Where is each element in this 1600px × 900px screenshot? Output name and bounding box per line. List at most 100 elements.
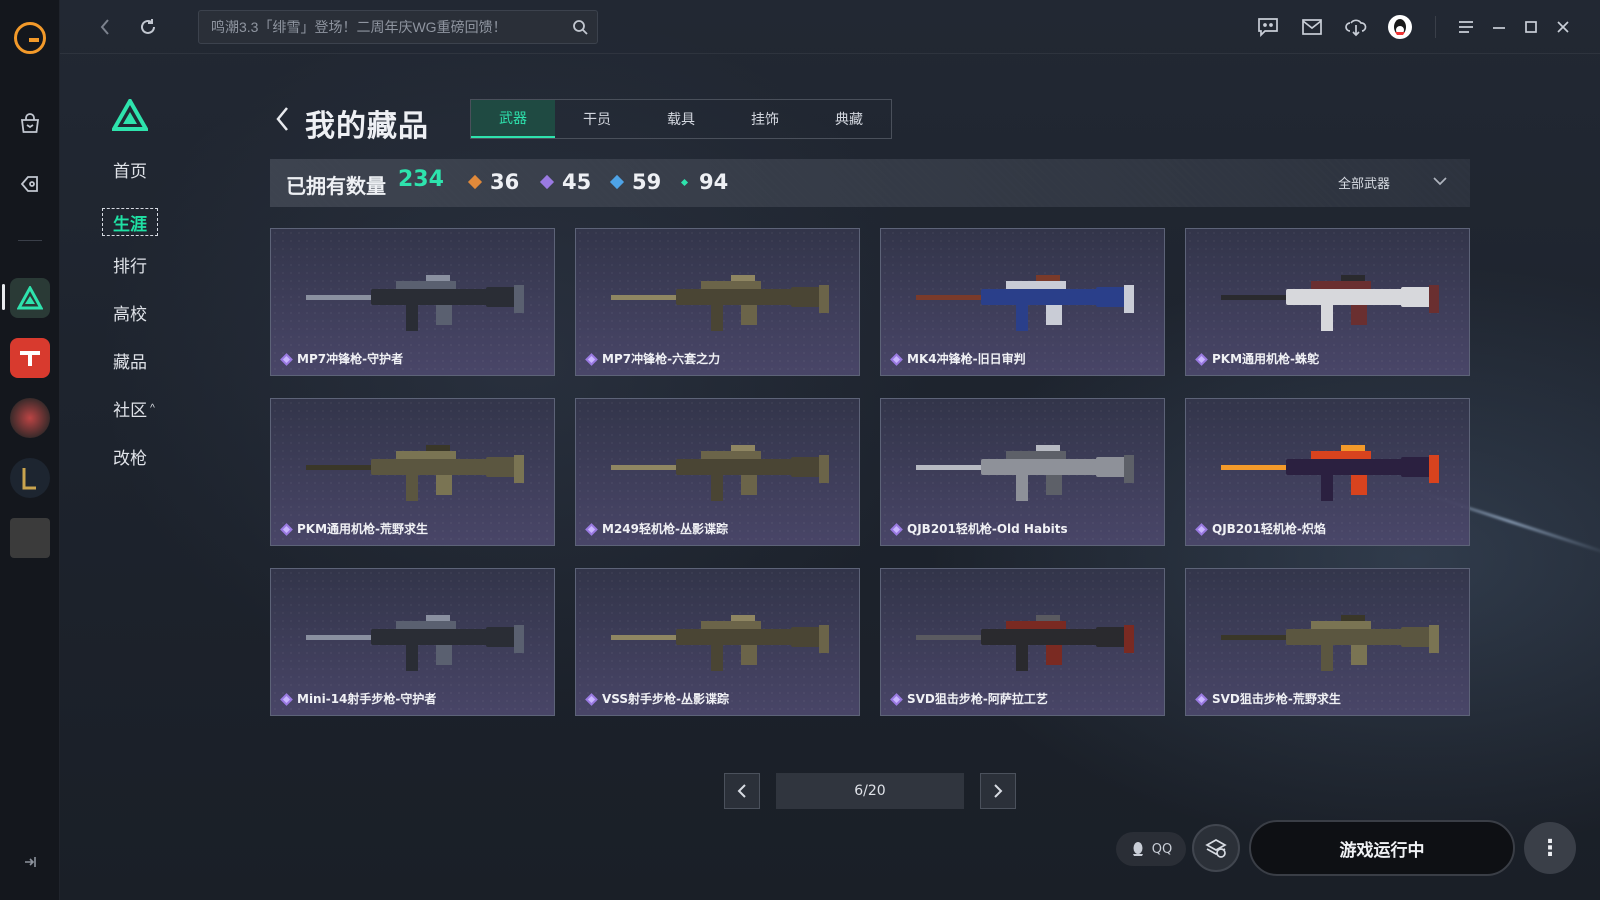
app-rail: [0, 0, 60, 900]
chevron-down-icon: [1432, 175, 1448, 190]
sidebar-item-community[interactable]: 社区 ^: [106, 394, 162, 422]
rarity-orange-count: 36: [467, 170, 520, 194]
rail-game-naraka-icon[interactable]: [10, 518, 50, 558]
weapon-name: PKM通用机枪-蛛鸵: [1212, 352, 1320, 366]
weapon-image: [611, 275, 829, 331]
sidebar-item-ranking[interactable]: 排行: [102, 250, 158, 278]
weapon-card[interactable]: MP7冲锋枪-守护者: [270, 228, 555, 376]
search-box[interactable]: [198, 10, 598, 44]
page-indicator[interactable]: 6/20: [776, 773, 964, 809]
qq-button[interactable]: QQ: [1116, 832, 1186, 866]
weapon-card[interactable]: MK4冲锋枪-旧日审判: [880, 228, 1165, 376]
search-icon[interactable]: [569, 16, 591, 38]
tab-vehicles[interactable]: 载具: [639, 100, 723, 138]
weapon-name: MP7冲锋枪-守护者: [297, 352, 404, 366]
owned-label: 已拥有数量: [286, 174, 386, 198]
weapon-image: [1221, 445, 1439, 501]
delta-force-logo-icon: [110, 96, 150, 131]
weapon-image: [611, 615, 829, 671]
weapon-card[interactable]: M249轻机枪-丛影谍踪: [575, 398, 860, 546]
rail-game-lol-icon[interactable]: [10, 458, 50, 498]
maximize-icon[interactable]: [1516, 12, 1546, 42]
sidebar-item-collection[interactable]: 藏品: [102, 346, 158, 374]
orange-diamond-icon: [467, 174, 483, 190]
rail-divider: [18, 240, 42, 241]
purple-rarity-icon: [280, 693, 293, 706]
green-dot-icon: [680, 178, 689, 186]
game-settings-icon[interactable]: [1192, 824, 1240, 872]
sidebar-item-career[interactable]: 生涯: [102, 208, 158, 236]
qq-penguin-icon: [1132, 842, 1143, 856]
prev-page-button[interactable]: [724, 773, 760, 809]
store-bag-icon[interactable]: [10, 104, 50, 144]
page-title: 我的藏品: [305, 109, 429, 144]
sidebar-item-college[interactable]: 高校: [102, 298, 158, 326]
rail-active-indicator: [2, 284, 5, 310]
rail-game-delta-icon[interactable]: [10, 278, 50, 318]
weapon-name: SVD狙击步枪-阿萨拉工艺: [907, 692, 1048, 706]
weapon-card[interactable]: QJB201轻机枪-炽焰: [1185, 398, 1470, 546]
purple-rarity-icon: [890, 353, 903, 366]
app-logo-icon[interactable]: [14, 22, 46, 54]
tag-icon[interactable]: [10, 164, 50, 204]
stats-bar: 已拥有数量 234 36 45 59 94 全部武器: [270, 159, 1470, 207]
menu-icon[interactable]: [1451, 12, 1481, 42]
weapon-card[interactable]: SVD狙击步枪-阿萨拉工艺: [880, 568, 1165, 716]
purple-rarity-icon: [280, 523, 293, 536]
search-input[interactable]: [199, 11, 559, 43]
weapon-card[interactable]: PKM通用机枪-荒野求生: [270, 398, 555, 546]
rarity-value: 36: [490, 170, 520, 194]
rail-game-cf-icon[interactable]: [10, 398, 50, 438]
sidebar-item-gunsmith[interactable]: 改枪: [102, 442, 158, 470]
weapon-name: SVD狙击步枪-荒野求生: [1212, 692, 1341, 706]
category-tabs: 武器 干员 载具 挂饰 典藏: [470, 99, 892, 139]
top-bar: [60, 0, 1600, 54]
weapon-name: VSS射手步枪-丛影谍踪: [602, 692, 730, 706]
weapon-card[interactable]: Mini-14射手步枪-守护者: [270, 568, 555, 716]
more-options-icon[interactable]: ⋮: [1524, 822, 1576, 874]
purple-rarity-icon: [890, 693, 903, 706]
minimize-icon[interactable]: [1484, 12, 1514, 42]
game-running-button[interactable]: 游戏运行中: [1249, 820, 1515, 876]
weapon-image: [306, 275, 524, 331]
sidebar-item-label: 改枪: [113, 448, 147, 468]
back-nav-icon[interactable]: [90, 12, 120, 42]
weapon-card[interactable]: VSS射手步枪-丛影谍踪: [575, 568, 860, 716]
sidebar-item-home[interactable]: 首页: [102, 155, 158, 183]
tab-operators[interactable]: 干员: [555, 100, 639, 138]
tab-archive[interactable]: 典藏: [807, 100, 891, 138]
weapon-card[interactable]: SVD狙击步枪-荒野求生: [1185, 568, 1470, 716]
sidebar-item-label: 首页: [113, 161, 147, 181]
purple-rarity-icon: [1195, 353, 1208, 366]
download-icon[interactable]: [1341, 12, 1371, 42]
sidebar-item-label: 生涯: [113, 214, 147, 234]
next-page-button[interactable]: [980, 773, 1016, 809]
sidebar-item-label: 高校: [113, 304, 147, 324]
weapon-image: [306, 615, 524, 671]
weapon-name: Mini-14射手步枪-守护者: [297, 692, 437, 706]
purple-rarity-icon: [585, 523, 598, 536]
blue-diamond-icon: [609, 174, 625, 190]
weapon-card[interactable]: PKM通用机枪-蛛鸵: [1185, 228, 1470, 376]
close-icon[interactable]: [1548, 12, 1578, 42]
weapon-card[interactable]: QJB201轻机枪-Old Habits: [880, 398, 1165, 546]
mail-icon[interactable]: [1297, 12, 1327, 42]
chat-icon[interactable]: [1253, 12, 1283, 42]
weapon-image: [916, 445, 1134, 501]
weapon-card[interactable]: MP7冲锋枪-六套之力: [575, 228, 860, 376]
avatar-qq-icon[interactable]: [1385, 12, 1415, 42]
filter-label: 全部武器: [1337, 177, 1390, 192]
refresh-icon[interactable]: [133, 12, 163, 42]
rail-game-tf-icon[interactable]: [10, 338, 50, 378]
page-back-icon[interactable]: [270, 104, 294, 134]
weapon-name: MK4冲锋枪-旧日审判: [907, 352, 1026, 366]
rarity-purple-count: 45: [539, 170, 591, 194]
qq-label: QQ: [1151, 841, 1173, 857]
weapon-name: MP7冲锋枪-六套之力: [602, 352, 721, 366]
collapse-rail-icon[interactable]: [20, 852, 40, 872]
tab-weapons[interactable]: 武器: [471, 100, 555, 138]
tab-charms[interactable]: 挂饰: [723, 100, 807, 138]
weapon-filter-dropdown[interactable]: 全部武器: [1338, 173, 1448, 192]
purple-diamond-icon: [539, 174, 555, 190]
purple-rarity-icon: [1195, 523, 1208, 536]
